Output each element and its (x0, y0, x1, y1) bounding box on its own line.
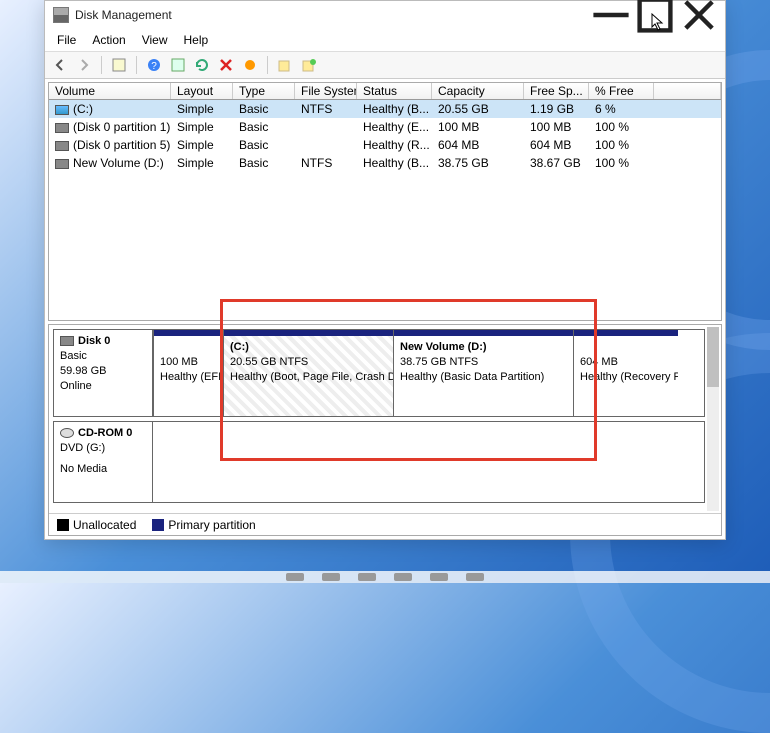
col-extra[interactable] (654, 83, 721, 99)
scrollbar-thumb[interactable] (707, 327, 719, 387)
new-partition-button[interactable] (274, 54, 296, 76)
volume-icon (55, 123, 69, 133)
col-status[interactable]: Status (357, 83, 432, 99)
menu-file[interactable]: File (49, 31, 84, 49)
col-capacity[interactable]: Capacity (432, 83, 524, 99)
legend-unallocated: Unallocated (57, 518, 136, 532)
volume-icon (55, 159, 69, 169)
volume-icon (55, 141, 69, 151)
volume-row[interactable]: (Disk 0 partition 5)SimpleBasicHealthy (… (49, 136, 721, 154)
content-area: Volume Layout Type File System Status Ca… (45, 79, 725, 539)
properties-button[interactable] (167, 54, 189, 76)
format-button[interactable] (298, 54, 320, 76)
col-volume[interactable]: Volume (49, 83, 171, 99)
disk-label[interactable]: Disk 0Basic59.98 GBOnline (53, 329, 153, 417)
disk-graphical-view[interactable]: Disk 0Basic59.98 GBOnline 100 MBHealthy … (48, 324, 722, 536)
volume-row[interactable]: New Volume (D:)SimpleBasicNTFSHealthy (B… (49, 154, 721, 172)
legend: Unallocated Primary partition (49, 513, 721, 535)
menu-view[interactable]: View (134, 31, 176, 49)
disk-row[interactable]: CD-ROM 0DVD (G:)No Media (53, 421, 705, 503)
cdrom-icon (60, 428, 74, 438)
disk-label[interactable]: CD-ROM 0DVD (G:)No Media (53, 421, 153, 503)
minimize-button[interactable] (589, 1, 633, 29)
taskbar[interactable] (0, 571, 770, 583)
app-icon (53, 7, 69, 23)
partition[interactable]: 604 MBHealthy (Recovery Pa (573, 330, 678, 416)
col-freespace[interactable]: Free Sp... (524, 83, 589, 99)
delete-button[interactable] (215, 54, 237, 76)
legend-primary: Primary partition (152, 518, 255, 532)
col-filesystem[interactable]: File System (295, 83, 357, 99)
volume-row[interactable]: (Disk 0 partition 1)SimpleBasicHealthy (… (49, 118, 721, 136)
taskbar-icon[interactable] (322, 573, 340, 581)
taskbar-icon[interactable] (394, 573, 412, 581)
refresh-button[interactable] (191, 54, 213, 76)
help-tool-button[interactable]: ? (143, 54, 165, 76)
disk-partitions: 100 MBHealthy (EFI S(C:)20.55 GB NTFSHea… (153, 329, 705, 417)
col-type[interactable]: Type (233, 83, 295, 99)
svg-text:?: ? (151, 61, 157, 72)
partition[interactable]: (C:)20.55 GB NTFSHealthy (Boot, Page Fil… (223, 330, 393, 416)
disk-row[interactable]: Disk 0Basic59.98 GBOnline 100 MBHealthy … (53, 329, 705, 417)
taskbar-icon[interactable] (358, 573, 376, 581)
maximize-button[interactable] (633, 1, 677, 29)
close-button[interactable] (677, 1, 721, 29)
volume-list[interactable]: Volume Layout Type File System Status Ca… (48, 82, 722, 321)
scrollbar[interactable] (707, 327, 719, 511)
forward-button[interactable] (73, 54, 95, 76)
menu-action[interactable]: Action (84, 31, 133, 49)
partition[interactable]: 100 MBHealthy (EFI S (153, 330, 223, 416)
scan-button[interactable] (108, 54, 130, 76)
col-layout[interactable]: Layout (171, 83, 233, 99)
window-title: Disk Management (75, 8, 589, 22)
titlebar[interactable]: Disk Management (45, 1, 725, 29)
col-percentfree[interactable]: % Free (589, 83, 654, 99)
partition[interactable]: New Volume (D:)38.75 GB NTFSHealthy (Bas… (393, 330, 573, 416)
toolbar: ? (45, 51, 725, 79)
menu-help[interactable]: Help (176, 31, 217, 49)
settings-icon[interactable] (239, 54, 261, 76)
back-button[interactable] (49, 54, 71, 76)
volume-list-header: Volume Layout Type File System Status Ca… (49, 83, 721, 100)
menubar: File Action View Help (45, 29, 725, 51)
taskbar-icon[interactable] (466, 573, 484, 581)
taskbar-icon[interactable] (286, 573, 304, 581)
taskbar-icon[interactable] (430, 573, 448, 581)
disk-management-window: Disk Management File Action View Help ? (44, 0, 726, 540)
volume-row[interactable]: (C:)SimpleBasicNTFSHealthy (B...20.55 GB… (49, 100, 721, 118)
volume-icon (55, 105, 69, 115)
disk-partitions (153, 421, 705, 503)
disk-icon (60, 336, 74, 346)
